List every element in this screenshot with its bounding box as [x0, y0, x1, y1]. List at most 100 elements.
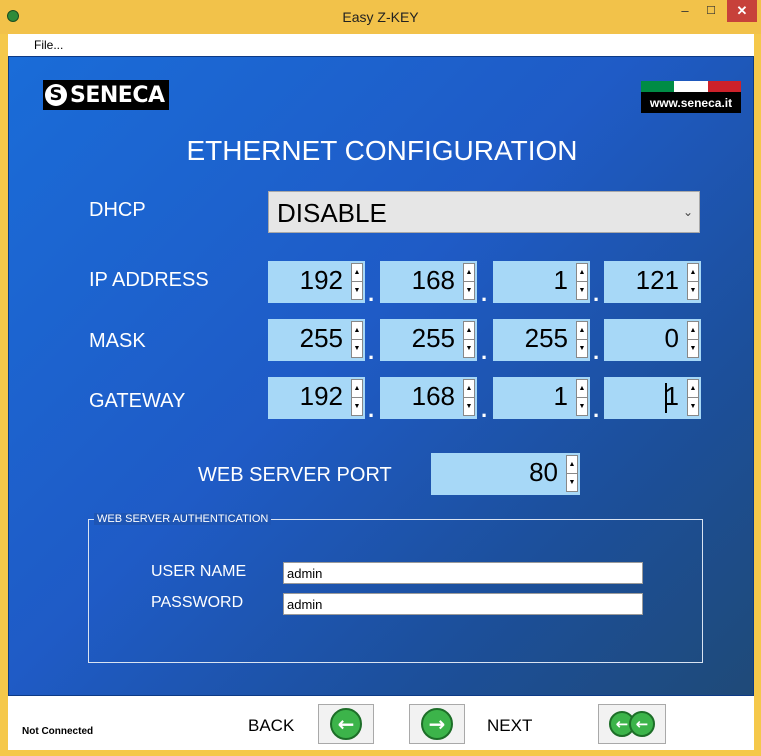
mask-octet-3[interactable]: 255 ▲ ▼: [493, 319, 590, 361]
ip-separator: .: [368, 281, 375, 306]
mask-octet-4-value: 0: [664, 323, 679, 353]
arrow-left-icon: ←: [330, 708, 362, 740]
minimize-button[interactable]: –: [672, 0, 698, 22]
spin-up-icon[interactable]: ▲: [577, 322, 587, 339]
mask-octet-4[interactable]: 0 ▲ ▼: [604, 319, 701, 361]
web-server-port-spinner[interactable]: ▲ ▼: [566, 455, 578, 492]
gateway-label: GATEWAY: [89, 390, 186, 412]
seneca-logo-mark: S: [45, 84, 67, 106]
gateway-separator: .: [593, 397, 600, 422]
mask-octet-3-value: 255: [524, 323, 568, 353]
username-label: USER NAME: [151, 563, 247, 580]
ip-octet-1-value: 192: [299, 265, 343, 295]
spin-up-icon[interactable]: ▲: [688, 264, 698, 281]
ip-separator: .: [593, 281, 600, 306]
mask-separator: .: [593, 339, 600, 364]
gateway-octet-1[interactable]: 192 ▲ ▼: [268, 377, 365, 419]
ip-octet-2-spinner[interactable]: ▲ ▼: [463, 263, 475, 300]
mask-octet-2-value: 255: [411, 323, 455, 353]
fast-back-button[interactable]: ← ←: [598, 704, 666, 744]
mask-octet-4-spinner[interactable]: ▲ ▼: [687, 321, 699, 358]
spin-down-icon[interactable]: ▼: [577, 281, 587, 299]
password-field[interactable]: [283, 593, 643, 615]
mask-separator: .: [481, 339, 488, 364]
gateway-octet-1-value: 192: [299, 381, 343, 411]
ip-octet-3-spinner[interactable]: ▲ ▼: [576, 263, 588, 300]
auth-group-legend: WEB SERVER AUTHENTICATION: [94, 513, 272, 525]
menu-file[interactable]: File...: [34, 38, 63, 52]
back-button[interactable]: ←: [318, 704, 374, 744]
spin-down-icon[interactable]: ▼: [464, 339, 474, 357]
spin-down-icon[interactable]: ▼: [464, 397, 474, 415]
menu-bar: File...: [8, 34, 754, 56]
mask-octet-3-spinner[interactable]: ▲ ▼: [576, 321, 588, 358]
ip-octet-2-value: 168: [411, 265, 455, 295]
gateway-octet-4[interactable]: 1 ▲ ▼: [604, 377, 701, 419]
chevron-down-icon: ⌄: [682, 205, 693, 219]
mask-octet-1-spinner[interactable]: ▲ ▼: [351, 321, 363, 358]
mask-label: MASK: [89, 330, 146, 352]
mask-octet-1-value: 255: [299, 323, 343, 353]
title-bar: Easy Z-KEY – ☐ ✕: [0, 0, 761, 34]
mask-octet-1[interactable]: 255 ▲ ▼: [268, 319, 365, 361]
bottom-bar: Not Connected BACK ← → NEXT ← ←: [8, 696, 754, 750]
web-server-port-value: 80: [529, 457, 558, 487]
spin-down-icon[interactable]: ▼: [688, 339, 698, 357]
ip-octet-2[interactable]: 168 ▲ ▼: [380, 261, 477, 303]
spin-up-icon[interactable]: ▲: [464, 380, 474, 397]
gateway-octet-2-spinner[interactable]: ▲ ▼: [463, 379, 475, 416]
maximize-button[interactable]: ☐: [698, 0, 724, 22]
spin-down-icon[interactable]: ▼: [352, 281, 362, 299]
spin-up-icon[interactable]: ▲: [688, 322, 698, 339]
spin-down-icon[interactable]: ▼: [567, 473, 577, 491]
gateway-octet-4-spinner[interactable]: ▲ ▼: [687, 379, 699, 416]
ip-octet-4[interactable]: 121 ▲ ▼: [604, 261, 701, 303]
gateway-octet-2-value: 168: [411, 381, 455, 411]
spin-down-icon[interactable]: ▼: [688, 281, 698, 299]
spin-down-icon[interactable]: ▼: [352, 339, 362, 357]
ip-octet-1[interactable]: 192 ▲ ▼: [268, 261, 365, 303]
dhcp-select[interactable]: DISABLE ⌄: [268, 191, 700, 233]
close-button[interactable]: ✕: [727, 0, 757, 22]
ip-octet-4-value: 121: [635, 265, 679, 295]
spin-up-icon[interactable]: ▲: [352, 322, 362, 339]
username-field[interactable]: [283, 562, 643, 584]
website-logo: www.seneca.it: [641, 81, 741, 113]
ip-octet-1-spinner[interactable]: ▲ ▼: [351, 263, 363, 300]
gateway-octet-3-spinner[interactable]: ▲ ▼: [576, 379, 588, 416]
spin-up-icon[interactable]: ▲: [352, 380, 362, 397]
password-label: PASSWORD: [151, 594, 244, 611]
spin-up-icon[interactable]: ▲: [464, 264, 474, 281]
spin-down-icon[interactable]: ▼: [464, 281, 474, 299]
ip-octet-3[interactable]: 1 ▲ ▼: [493, 261, 590, 303]
gateway-separator: .: [481, 397, 488, 422]
gateway-octet-1-spinner[interactable]: ▲ ▼: [351, 379, 363, 416]
spin-up-icon[interactable]: ▲: [567, 456, 577, 473]
spin-down-icon[interactable]: ▼: [352, 397, 362, 415]
seneca-logo-text: SENECA: [70, 82, 165, 108]
website-text: www.seneca.it: [649, 96, 733, 110]
mask-octet-2-spinner[interactable]: ▲ ▼: [463, 321, 475, 358]
gateway-octet-2[interactable]: 168 ▲ ▼: [380, 377, 477, 419]
mask-octet-2[interactable]: 255 ▲ ▼: [380, 319, 477, 361]
seneca-logo: S SENECA: [43, 80, 169, 110]
spin-up-icon[interactable]: ▲: [577, 380, 587, 397]
gateway-octet-3-value: 1: [553, 381, 568, 411]
arrow-right-icon: →: [421, 708, 453, 740]
mask-separator: .: [368, 339, 375, 364]
auth-group: [88, 519, 703, 663]
spin-up-icon[interactable]: ▲: [688, 380, 698, 397]
spin-up-icon[interactable]: ▲: [464, 322, 474, 339]
spin-down-icon[interactable]: ▼: [577, 339, 587, 357]
web-server-port-input[interactable]: 80 ▲ ▼: [431, 453, 580, 495]
web-server-port-label: WEB SERVER PORT: [198, 464, 392, 486]
ip-octet-4-spinner[interactable]: ▲ ▼: [687, 263, 699, 300]
dhcp-label: DHCP: [89, 199, 146, 221]
spin-up-icon[interactable]: ▲: [577, 264, 587, 281]
spin-up-icon[interactable]: ▲: [352, 264, 362, 281]
gateway-separator: .: [368, 397, 375, 422]
spin-down-icon[interactable]: ▼: [577, 397, 587, 415]
gateway-octet-3[interactable]: 1 ▲ ▼: [493, 377, 590, 419]
next-button[interactable]: →: [409, 704, 465, 744]
spin-down-icon[interactable]: ▼: [688, 397, 698, 415]
